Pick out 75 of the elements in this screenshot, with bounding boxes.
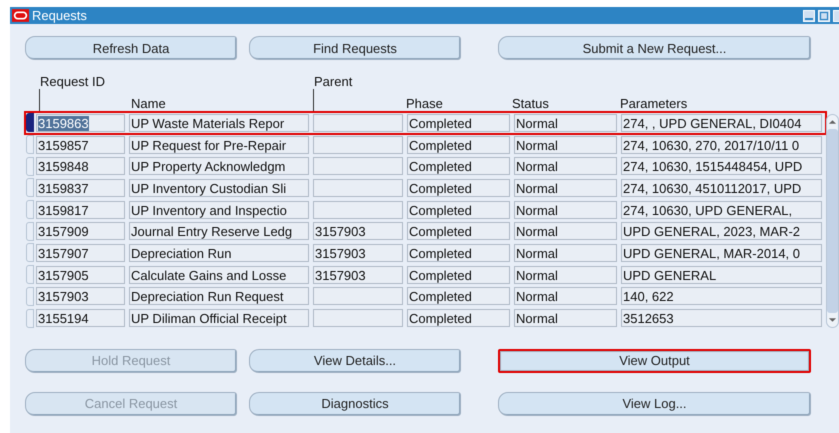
- table-cell: Normal: [514, 266, 617, 284]
- table-cell: Completed: [407, 136, 510, 154]
- table-cell: Normal: [514, 157, 617, 176]
- table-cell: 3157907: [36, 244, 125, 262]
- column-header: Parameters: [620, 96, 688, 111]
- table-cell: 3512653: [621, 309, 822, 328]
- action-button[interactable]: Find Requests: [249, 36, 461, 60]
- table-cell: Normal: [514, 136, 617, 154]
- table-cell: 3159848: [36, 157, 125, 176]
- action-button[interactable]: View Details...: [249, 348, 461, 373]
- table-cell: Calculate Gains and Losse: [129, 266, 309, 284]
- table-cell: Completed: [407, 114, 510, 132]
- table-cell: UP Property Acknowledgm: [129, 157, 309, 176]
- table-cell: UPD GENERAL: [621, 266, 822, 284]
- action-button[interactable]: Refresh Data: [25, 36, 237, 60]
- table-cell: Completed: [407, 309, 510, 328]
- table-cell: 3157903: [36, 287, 125, 306]
- column-header: Name: [131, 96, 166, 111]
- scroll-up-icon[interactable]: [828, 119, 837, 125]
- table-cell: Depreciation Run Request: [129, 287, 309, 306]
- table-cell: UP Inventory Custodian Sli: [129, 178, 309, 197]
- table-cell: Completed: [407, 244, 510, 262]
- table-cell: 3159817: [36, 200, 125, 219]
- table-cell: 3159863: [36, 114, 125, 132]
- table-cell: 3157909: [36, 222, 125, 240]
- table-cell: Normal: [514, 222, 617, 240]
- table-cell: 3157903: [313, 244, 403, 262]
- table-cell: Normal: [514, 287, 617, 306]
- row-selector[interactable]: [26, 113, 34, 132]
- table-cell: Completed: [407, 222, 510, 240]
- table-cell: 274, , UPD GENERAL, DI0404: [621, 114, 822, 132]
- table-cell: 140, 622: [621, 287, 822, 306]
- maximize-icon[interactable]: [818, 10, 830, 22]
- minimize-icon[interactable]: [803, 10, 815, 22]
- table-cell: UPD GENERAL, 2023, MAR-2: [621, 222, 822, 240]
- table-cell: 3159857: [36, 136, 125, 154]
- table-cell: UP Diliman Official Receipt: [129, 309, 309, 328]
- table-cell: 274, 10630, 1515448454, UPD: [621, 157, 822, 176]
- table-cell: Journal Entry Reserve Ledg: [129, 222, 309, 240]
- window-title: Requests: [32, 8, 87, 23]
- table-cell: UP Request for Pre-Repair: [129, 136, 309, 154]
- column-header: Phase: [406, 96, 443, 111]
- column-header: Request ID: [39, 74, 106, 89]
- scrollbar[interactable]: [826, 114, 839, 328]
- table-cell: Normal: [514, 244, 617, 262]
- table-cell: Normal: [514, 200, 617, 219]
- table-cell: 274, 10630, 4510112017, UPD: [621, 178, 822, 197]
- action-button[interactable]: View Log...: [498, 392, 811, 416]
- table-cell: 274, 10630, 270, 2017/10/11 0: [621, 136, 822, 154]
- table-cell: Normal: [514, 309, 617, 328]
- action-button[interactable]: View Output: [498, 348, 811, 373]
- table-cell: Normal: [514, 178, 617, 197]
- table-cell: 3157905: [36, 266, 125, 284]
- logo-icon: [12, 9, 29, 22]
- table-cell: Completed: [407, 200, 510, 219]
- scroll-down-icon[interactable]: [828, 317, 837, 323]
- close-icon[interactable]: [833, 10, 839, 22]
- action-button[interactable]: Submit a New Request...: [498, 36, 811, 60]
- table-cell: 3157903: [313, 266, 403, 284]
- table-cell: Completed: [407, 266, 510, 284]
- table-cell: UP Inventory and Inspectio: [129, 200, 309, 219]
- table-cell: 3157903: [313, 222, 403, 240]
- table-cell: Completed: [407, 287, 510, 306]
- column-header: Parent: [313, 74, 352, 89]
- column-header: Status: [512, 96, 549, 111]
- table-cell: 274, 10630, UPD GENERAL,: [621, 200, 822, 219]
- table-cell: UPD GENERAL, MAR-2014, 0: [621, 244, 822, 262]
- action-button[interactable]: Diagnostics: [249, 392, 461, 416]
- table-cell: 3159837: [36, 178, 125, 197]
- table-cell: Completed: [407, 157, 510, 176]
- table-cell: 3155194: [36, 309, 125, 328]
- table-cell: UP Waste Materials Repor: [129, 114, 309, 132]
- table-cell: Normal: [514, 114, 617, 132]
- table-cell: Completed: [407, 178, 510, 197]
- table-cell: Depreciation Run: [129, 244, 309, 262]
